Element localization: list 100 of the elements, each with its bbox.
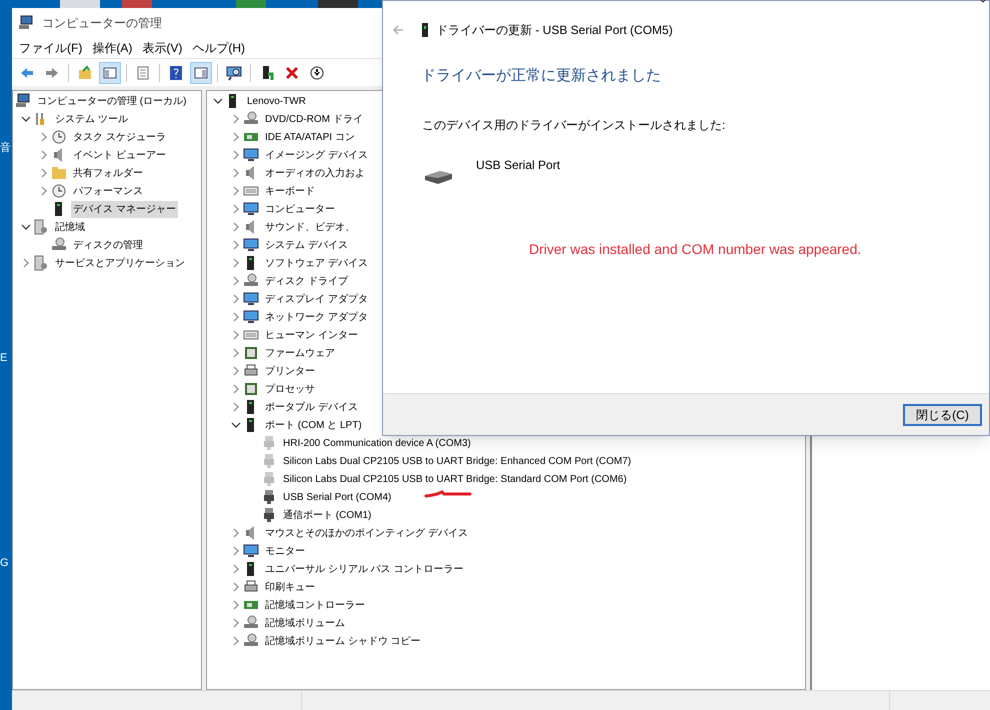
tree-item[interactable]: コンピューターの管理 (ローカル) bbox=[35, 92, 188, 110]
tree-item[interactable]: デバイス マネージャー bbox=[71, 200, 178, 218]
expand-chevron-icon[interactable] bbox=[231, 384, 241, 394]
tree-item[interactable]: Lenovo-TWR bbox=[245, 92, 308, 110]
device-name: USB Serial Port bbox=[476, 156, 560, 174]
tree-item[interactable]: ヒューマン インター bbox=[263, 326, 360, 344]
tree-item[interactable]: キーボード bbox=[263, 182, 317, 200]
tree-item[interactable]: 記憶域ボリューム シャドウ コピー bbox=[263, 632, 423, 650]
tree-item[interactable]: 記憶域ボリューム bbox=[263, 614, 347, 632]
tree-item[interactable]: IDE ATA/ATAPI コン bbox=[263, 128, 357, 146]
expand-chevron-icon[interactable] bbox=[231, 546, 241, 556]
tree-item[interactable]: プロセッサ bbox=[263, 380, 317, 398]
tree-item[interactable]: パフォーマンス bbox=[71, 182, 145, 200]
expand-chevron-icon[interactable] bbox=[231, 366, 241, 376]
expand-chevron-icon[interactable] bbox=[231, 582, 241, 592]
expand-chevron-icon[interactable] bbox=[39, 186, 49, 196]
collapse-chevron-icon[interactable] bbox=[213, 96, 223, 106]
chip-icon bbox=[243, 381, 259, 397]
computer-icon bbox=[15, 93, 31, 109]
tree-item[interactable]: システム デバイス bbox=[263, 236, 350, 254]
monitor-icon bbox=[243, 291, 259, 307]
tree-item[interactable]: イメージング デバイス bbox=[263, 146, 370, 164]
desktop-icon-label: E bbox=[0, 351, 8, 366]
expand-chevron-icon[interactable] bbox=[231, 402, 241, 412]
expand-chevron-icon[interactable] bbox=[231, 600, 241, 610]
tree-item[interactable]: サウンド、ビデオ、 bbox=[263, 218, 357, 236]
expand-chevron-icon[interactable] bbox=[231, 564, 241, 574]
tree-item[interactable]: サービスとアプリケーション bbox=[53, 254, 187, 272]
collapse-chevron-icon[interactable] bbox=[21, 222, 31, 232]
expand-chevron-icon[interactable] bbox=[231, 276, 241, 286]
drive-icon bbox=[51, 237, 67, 253]
back-arrow-icon[interactable] bbox=[392, 24, 404, 36]
collapse-chevron-icon[interactable] bbox=[231, 420, 241, 430]
tree-item[interactable]: USB Serial Port (COM4) bbox=[281, 488, 394, 506]
tree-item[interactable]: DVD/CD-ROM ドライ bbox=[263, 110, 365, 128]
expand-chevron-icon[interactable] bbox=[231, 186, 241, 196]
expand-chevron-icon[interactable] bbox=[231, 618, 241, 628]
tree-item[interactable]: ディスクの管理 bbox=[71, 236, 145, 254]
toolbar-button[interactable] bbox=[99, 62, 121, 84]
expand-chevron-icon[interactable] bbox=[231, 528, 241, 538]
menu-item[interactable]: ヘルプ(H) bbox=[187, 39, 250, 57]
expand-chevron-icon[interactable] bbox=[21, 258, 31, 268]
tree-item[interactable]: 記憶域 bbox=[53, 218, 87, 236]
expand-chevron-icon[interactable] bbox=[231, 168, 241, 178]
menu-item[interactable]: 表示(V) bbox=[137, 39, 188, 57]
tree-item[interactable]: システム ツール bbox=[53, 110, 130, 128]
server-icon bbox=[33, 255, 49, 271]
tree-item[interactable]: ファームウェア bbox=[263, 344, 337, 362]
toolbar-button[interactable] bbox=[190, 62, 212, 84]
tree-item[interactable]: コンピューター bbox=[263, 200, 337, 218]
tree-item[interactable]: 印刷キュー bbox=[263, 578, 317, 596]
tree-item[interactable]: 共有フォルダー bbox=[71, 164, 145, 182]
expand-chevron-icon[interactable] bbox=[39, 168, 49, 178]
folder-icon bbox=[51, 165, 67, 181]
monitor-icon bbox=[243, 543, 259, 559]
tree-item[interactable]: 通信ポート (COM1) bbox=[281, 506, 374, 524]
monitor-icon bbox=[243, 201, 259, 217]
tree-item[interactable]: ディスプレイ アダプタ bbox=[263, 290, 370, 308]
expand-chevron-icon[interactable] bbox=[231, 330, 241, 340]
pane-icon bbox=[102, 64, 118, 80]
expand-chevron-icon[interactable] bbox=[231, 114, 241, 124]
expand-chevron-icon[interactable] bbox=[231, 204, 241, 214]
document-icon bbox=[135, 64, 151, 80]
tree-item[interactable]: モニター bbox=[263, 542, 307, 560]
tree-item[interactable]: プリンター bbox=[263, 362, 317, 380]
dialog-title: ドライバーの更新 - USB Serial Port (COM5) bbox=[436, 22, 673, 39]
expand-chevron-icon[interactable] bbox=[231, 240, 241, 250]
expand-chevron-icon[interactable] bbox=[231, 636, 241, 646]
help-icon bbox=[168, 64, 184, 80]
tree-item[interactable]: ネットワーク アダプタ bbox=[263, 308, 370, 326]
tree-item[interactable]: マウスとそのほかのポインティング デバイス bbox=[263, 524, 470, 542]
tree-item[interactable]: ポート (COM と LPT) bbox=[263, 416, 364, 434]
drive-icon bbox=[243, 111, 259, 127]
expand-chevron-icon[interactable] bbox=[39, 150, 49, 160]
tree-item[interactable]: ソフトウェア デバイス bbox=[263, 254, 370, 272]
tree-item[interactable]: 記憶域コントローラー bbox=[263, 596, 367, 614]
menu-item[interactable]: ファイル(F) bbox=[14, 39, 88, 57]
menu-item[interactable]: 操作(A) bbox=[87, 39, 138, 57]
server-icon bbox=[33, 219, 49, 235]
expand-chevron-icon[interactable] bbox=[231, 222, 241, 232]
monitor-icon bbox=[243, 309, 259, 325]
tree-item[interactable]: ディスク ドライブ bbox=[263, 272, 350, 290]
tree-item[interactable]: イベント ビューアー bbox=[71, 146, 168, 164]
expand-chevron-icon[interactable] bbox=[231, 348, 241, 358]
tree-item[interactable]: オーディオの入力およ bbox=[263, 164, 367, 182]
expand-chevron-icon[interactable] bbox=[231, 132, 241, 142]
clock-icon bbox=[51, 183, 67, 199]
drive-icon bbox=[243, 633, 259, 649]
expand-chevron-icon[interactable] bbox=[231, 312, 241, 322]
expand-chevron-icon[interactable] bbox=[231, 294, 241, 304]
close-button[interactable]: 閉じる(C) bbox=[903, 404, 982, 426]
tree-item[interactable]: タスク スケジューラ bbox=[71, 128, 168, 146]
desktop-icon-label: G bbox=[0, 556, 9, 571]
tree-item[interactable]: ユニバーサル シリアル バス コントローラー bbox=[263, 560, 466, 578]
collapse-chevron-icon[interactable] bbox=[21, 114, 31, 124]
expand-chevron-icon[interactable] bbox=[231, 258, 241, 268]
expand-chevron-icon[interactable] bbox=[39, 132, 49, 142]
device-icon bbox=[422, 23, 428, 37]
expand-chevron-icon[interactable] bbox=[231, 150, 241, 160]
tree-item[interactable]: ポータブル デバイス bbox=[263, 398, 360, 416]
